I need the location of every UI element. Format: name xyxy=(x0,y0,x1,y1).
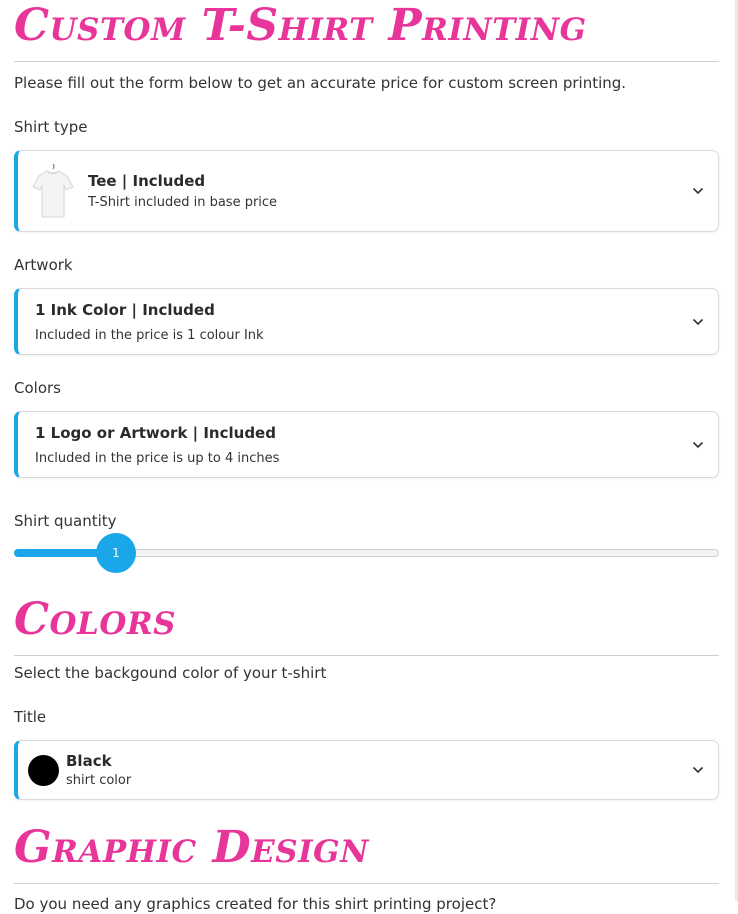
section-intro-printing: Please fill out the form below to get an… xyxy=(14,74,627,92)
shirt-type-option-title: Tee | Included xyxy=(88,172,206,190)
chevron-down-icon xyxy=(692,318,704,325)
shirt-type-select[interactable]: Tee | Included T-Shirt included in base … xyxy=(14,150,719,232)
background-color-select[interactable]: Black shirt color xyxy=(14,740,719,800)
section-title-printing: Custom T-Shirt Printing xyxy=(14,2,719,62)
shirt-type-option-desc: T-Shirt included in base price xyxy=(88,195,278,210)
tshirt-thumbnail xyxy=(30,162,76,220)
section-intro-graphic-design: Do you need any graphics created for thi… xyxy=(14,895,497,913)
slider-thumb[interactable]: 1 xyxy=(96,533,136,573)
quantity-slider[interactable]: 1 xyxy=(14,532,719,574)
quantity-label: Shirt quantity xyxy=(14,512,117,530)
background-color-label: Title xyxy=(14,708,47,726)
chevron-down-icon xyxy=(692,441,704,448)
artwork-option-title: 1 Ink Color | Included xyxy=(35,301,215,319)
artwork-select[interactable]: 1 Ink Color | Included Included in the p… xyxy=(14,288,719,355)
section-title-graphic-design: Graphic Design xyxy=(14,824,719,884)
section-title-colors: Colors xyxy=(14,596,719,656)
artwork-option-desc: Included in the price is 1 colour Ink xyxy=(35,328,264,343)
chevron-down-icon xyxy=(692,766,704,774)
colors-option-desc: Included in the price is up to 4 inches xyxy=(35,451,280,466)
shirt-type-label: Shirt type xyxy=(14,118,88,136)
background-color-option-desc: shirt color xyxy=(66,773,132,788)
colors-option-title: 1 Logo or Artwork | Included xyxy=(35,424,276,442)
artwork-label: Artwork xyxy=(14,256,73,274)
background-color-option-title: Black xyxy=(66,752,112,770)
chevron-down-icon xyxy=(692,187,704,195)
color-swatch xyxy=(28,755,59,786)
section-intro-colors: Select the backgound color of your t-shi… xyxy=(14,664,327,682)
colors-label: Colors xyxy=(14,379,61,397)
colors-select[interactable]: 1 Logo or Artwork | Included Included in… xyxy=(14,411,719,478)
